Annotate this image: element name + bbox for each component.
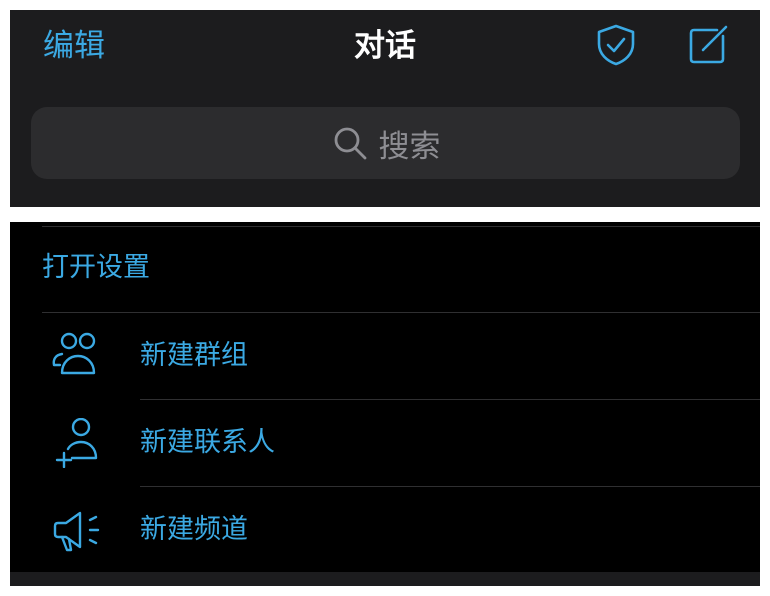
shield-check-icon[interactable] bbox=[593, 22, 639, 68]
menu-item-new-channel[interactable]: 新建频道 bbox=[10, 487, 760, 573]
search-icon bbox=[331, 124, 369, 162]
open-settings-button[interactable]: 打开设置 bbox=[42, 248, 150, 288]
menu-panel: 打开设置 新建群组 新建联系人 新建频道 bbox=[10, 222, 760, 586]
search-placeholder: 搜索 bbox=[378, 128, 441, 165]
header-panel: 编辑 对话 搜索 bbox=[10, 10, 760, 207]
group-icon bbox=[50, 331, 106, 381]
compose-icon[interactable] bbox=[685, 22, 731, 68]
megaphone-icon bbox=[50, 505, 106, 555]
menu-item-label: 新建频道 bbox=[140, 514, 248, 545]
divider bbox=[42, 226, 760, 227]
add-contact-icon bbox=[50, 418, 106, 468]
search-input[interactable]: 搜索 bbox=[31, 107, 740, 179]
bottom-strip bbox=[10, 572, 760, 586]
menu-item-new-contact[interactable]: 新建联系人 bbox=[10, 400, 760, 486]
page-title: 对话 bbox=[354, 28, 416, 64]
menu-item-label: 新建联系人 bbox=[140, 427, 275, 458]
menu-item-new-group[interactable]: 新建群组 bbox=[10, 313, 760, 399]
menu-item-label: 新建群组 bbox=[140, 340, 248, 371]
